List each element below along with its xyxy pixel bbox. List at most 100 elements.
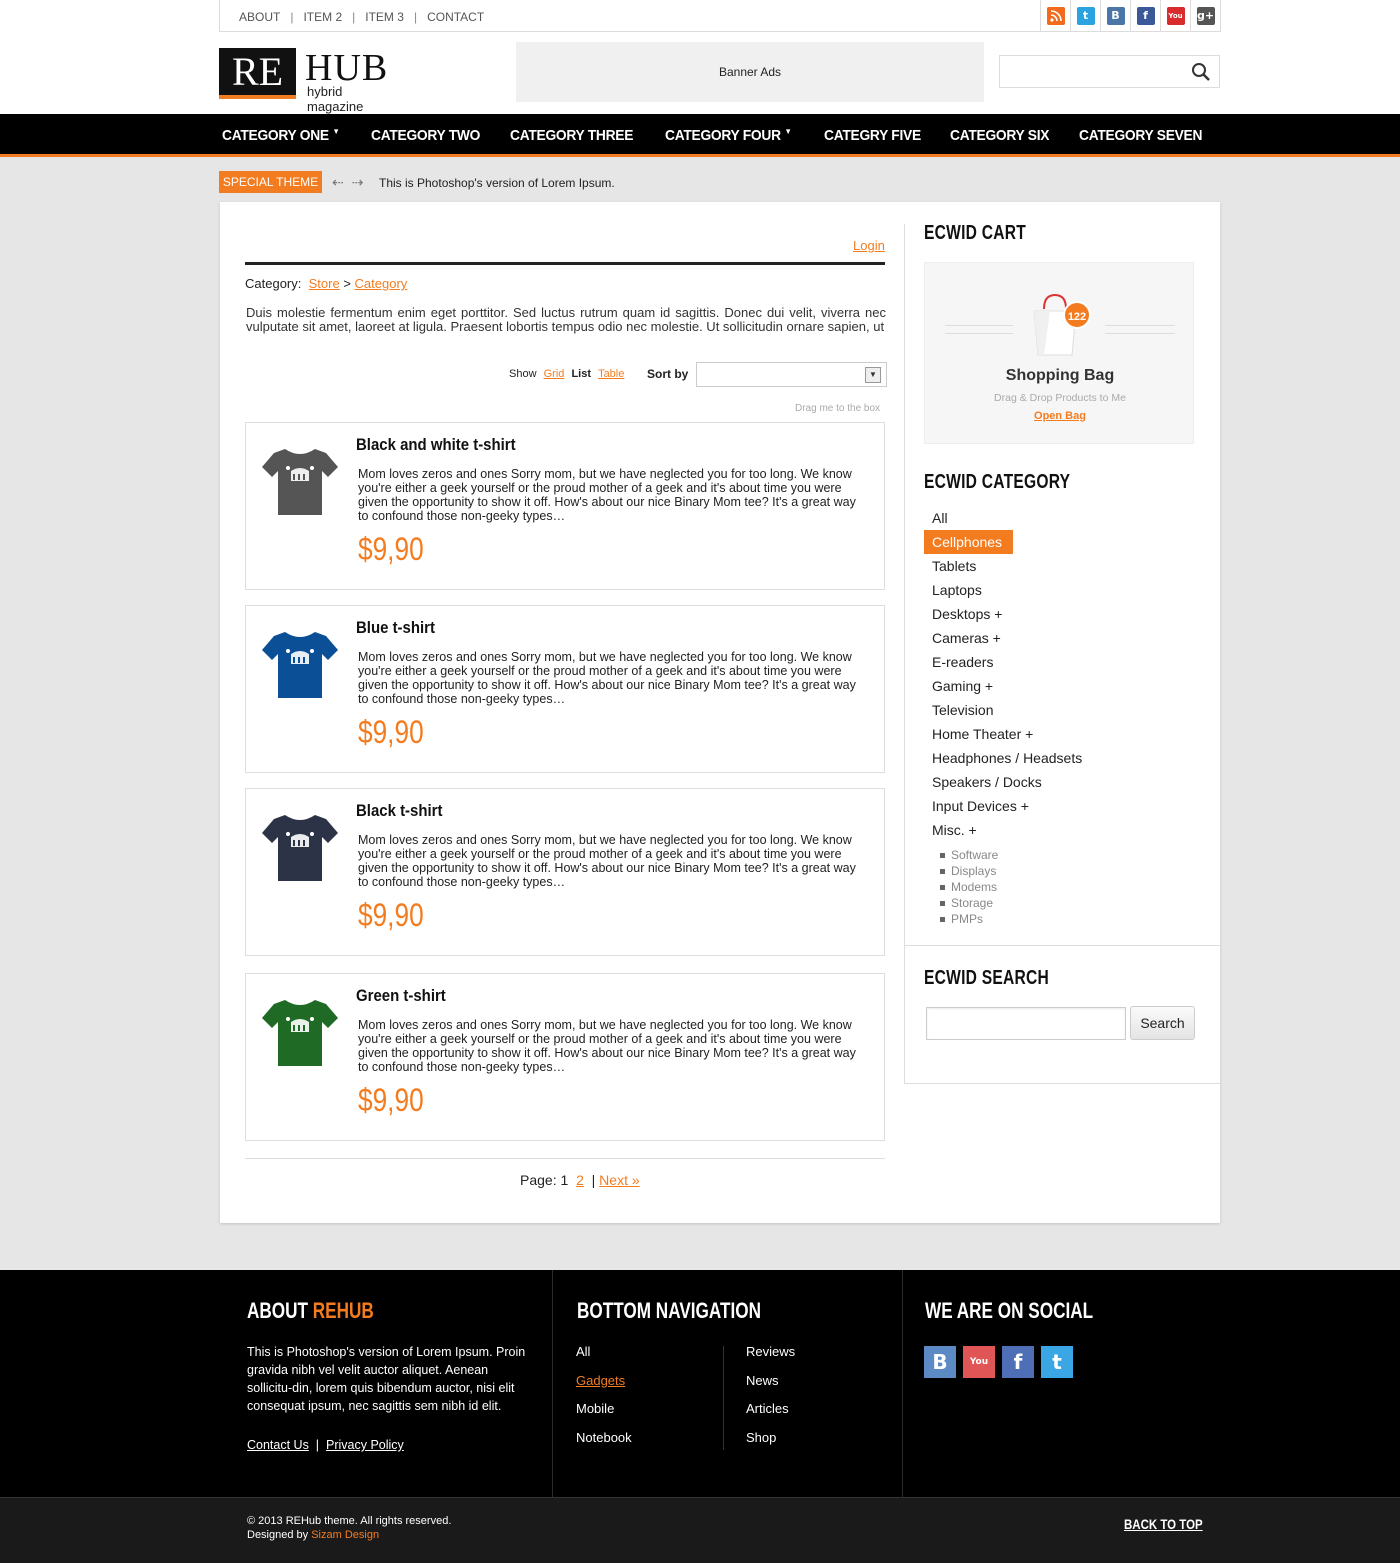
footer-nav-all[interactable]: All: [576, 1344, 632, 1373]
site-logo[interactable]: RE HUB hybrid magazine: [219, 47, 399, 114]
product-card[interactable]: Blue t-shirt Mom loves zeros and ones So…: [245, 605, 885, 773]
footer-nav-gadgets[interactable]: Gadgets: [576, 1373, 625, 1388]
nav-category-six[interactable]: CATEGORY SIX: [950, 127, 1049, 144]
product-card[interactable]: Black and white t-shirt Mom loves zeros …: [245, 422, 885, 590]
login-link[interactable]: Login: [853, 238, 885, 253]
logo-name: HUB: [305, 47, 389, 89]
banner-ads[interactable]: Banner Ads: [516, 42, 984, 102]
category-item-ereaders[interactable]: E-readers: [924, 650, 1082, 674]
product-price: $9,90: [358, 897, 424, 933]
view-grid[interactable]: Grid: [544, 368, 565, 380]
nav-category-three[interactable]: CATEGORY THREE: [510, 127, 633, 144]
top-nav-item2[interactable]: ITEM 2: [303, 10, 352, 24]
facebook-icon[interactable]: f: [1130, 0, 1160, 31]
footer-nav-reviews[interactable]: Reviews: [746, 1344, 795, 1373]
category-item-headphones[interactable]: Headphones / Headsets: [924, 746, 1082, 770]
nav-category-five[interactable]: CATEGRY FIVE: [824, 127, 921, 144]
product-title[interactable]: Black t-shirt: [356, 801, 442, 821]
product-card[interactable]: Black t-shirt Mom loves zeros and ones S…: [245, 788, 885, 956]
facebook-icon[interactable]: f: [1002, 1346, 1034, 1378]
footer-nav-mobile[interactable]: Mobile: [576, 1401, 632, 1430]
subcategory-item[interactable]: Software: [940, 847, 998, 863]
breadcrumb-store[interactable]: Store: [309, 276, 340, 291]
rss-icon[interactable]: [1040, 0, 1070, 31]
category-item-cellphones[interactable]: Cellphones: [924, 530, 1013, 554]
search-icon[interactable]: [1191, 62, 1211, 87]
nav-category-seven[interactable]: CATEGORY SEVEN: [1079, 127, 1202, 144]
breadcrumb-label: Category:: [245, 276, 302, 291]
category-item-desktops[interactable]: Desktops +: [924, 602, 1082, 626]
sidebar-search-button[interactable]: Search: [1130, 1006, 1195, 1040]
cart-box[interactable]: 122 Shopping Bag Drag & Drop Products to…: [924, 262, 1194, 444]
view-list[interactable]: List: [571, 368, 591, 380]
dropdown-arrow-icon[interactable]: ▼: [865, 367, 881, 383]
nav-category-one[interactable]: CATEGORY ONE ▼: [222, 127, 340, 144]
category-item-cameras[interactable]: Cameras +: [924, 626, 1082, 650]
youtube-icon[interactable]: You: [1160, 0, 1190, 31]
twitter-icon[interactable]: t: [1070, 0, 1100, 31]
ticker-text[interactable]: This is Photoshop's version of Lorem Ips…: [379, 176, 615, 190]
product-description: Mom loves zeros and ones Sorry mom, but …: [358, 833, 856, 889]
open-bag-link[interactable]: Open Bag: [925, 410, 1195, 422]
nav-category-two[interactable]: CATEGORY TWO: [371, 127, 480, 144]
youtube-icon[interactable]: You: [963, 1346, 995, 1378]
contact-us-link[interactable]: Contact Us: [247, 1438, 309, 1452]
header-search-input[interactable]: [999, 55, 1220, 88]
arrow-left-icon[interactable]: ⇠: [332, 174, 352, 190]
pager-page-2[interactable]: 2: [576, 1172, 584, 1188]
vk-icon[interactable]: B: [1100, 0, 1130, 31]
category-item-misc[interactable]: Misc. +: [924, 818, 1082, 842]
sort-select[interactable]: ▼: [696, 362, 887, 387]
pager-next[interactable]: Next »: [599, 1172, 639, 1188]
footer-nav-notebook[interactable]: Notebook: [576, 1430, 632, 1459]
footer-nav-shop[interactable]: Shop: [746, 1430, 795, 1459]
footer-nav-articles[interactable]: Articles: [746, 1401, 795, 1430]
tshirt-image[interactable]: [260, 992, 340, 1072]
tshirt-image[interactable]: [260, 441, 340, 521]
category-item-speakers[interactable]: Speakers / Docks: [924, 770, 1082, 794]
main-nav: CATEGORY ONE ▼ CATEGORY TWO CATEGORY THRE…: [0, 114, 1400, 157]
top-nav-about[interactable]: ABOUT: [239, 10, 290, 24]
logo-tagline: hybrid magazine: [307, 84, 364, 114]
google-plus-icon[interactable]: g+: [1190, 0, 1220, 31]
subcategory-list: Software Displays Modems Storage PMPs: [940, 847, 998, 927]
divider: [904, 945, 1220, 946]
back-to-top-link[interactable]: BACK TO TOP: [1124, 1516, 1203, 1532]
product-title[interactable]: Green t-shirt: [356, 986, 446, 1006]
category-item-laptops[interactable]: Laptops: [924, 578, 1082, 602]
arrow-right-icon[interactable]: ⇢: [352, 174, 372, 190]
nav-category-four[interactable]: CATEGORY FOUR ▼: [665, 127, 792, 144]
vk-icon[interactable]: B: [924, 1346, 956, 1378]
subcategory-item[interactable]: PMPs: [940, 911, 998, 927]
divider: [552, 1270, 553, 1497]
category-description: Duis molestie fermentum enim eget portti…: [246, 305, 886, 334]
view-table[interactable]: Table: [598, 368, 624, 380]
subcategory-item[interactable]: Displays: [940, 863, 998, 879]
tshirt-image[interactable]: [260, 624, 340, 704]
breadcrumb-category[interactable]: Category: [355, 276, 408, 291]
top-nav-contact[interactable]: CONTACT: [427, 10, 494, 24]
category-list: All Cellphones Tablets Laptops Desktops …: [924, 506, 1082, 842]
privacy-policy-link[interactable]: Privacy Policy: [326, 1438, 404, 1452]
subcategory-item[interactable]: Modems: [940, 879, 998, 895]
top-nav-item3[interactable]: ITEM 3: [365, 10, 414, 24]
sidebar-search-input[interactable]: [926, 1007, 1126, 1040]
cart-heading: ECWID CART: [924, 222, 1026, 244]
twitter-icon[interactable]: t: [1041, 1346, 1073, 1378]
special-theme-badge[interactable]: SPECIAL THEME: [219, 171, 322, 193]
category-item-home-theater[interactable]: Home Theater +: [924, 722, 1082, 746]
footer-nav-news[interactable]: News: [746, 1373, 795, 1402]
tshirt-image[interactable]: [260, 807, 340, 887]
category-item-television[interactable]: Television: [924, 698, 1082, 722]
product-title[interactable]: Black and white t-shirt: [356, 435, 516, 455]
category-item-gaming[interactable]: Gaming +: [924, 674, 1082, 698]
category-item-input-devices[interactable]: Input Devices +: [924, 794, 1082, 818]
product-price: $9,90: [358, 1082, 424, 1118]
product-title[interactable]: Blue t-shirt: [356, 618, 435, 638]
subcategory-item[interactable]: Storage: [940, 895, 998, 911]
product-card[interactable]: Green t-shirt Mom loves zeros and ones S…: [245, 973, 885, 1141]
category-item-tablets[interactable]: Tablets: [924, 554, 1082, 578]
category-item-all[interactable]: All: [924, 506, 1082, 530]
designer-link[interactable]: Sizam Design: [311, 1529, 379, 1541]
divider: [945, 333, 1013, 334]
